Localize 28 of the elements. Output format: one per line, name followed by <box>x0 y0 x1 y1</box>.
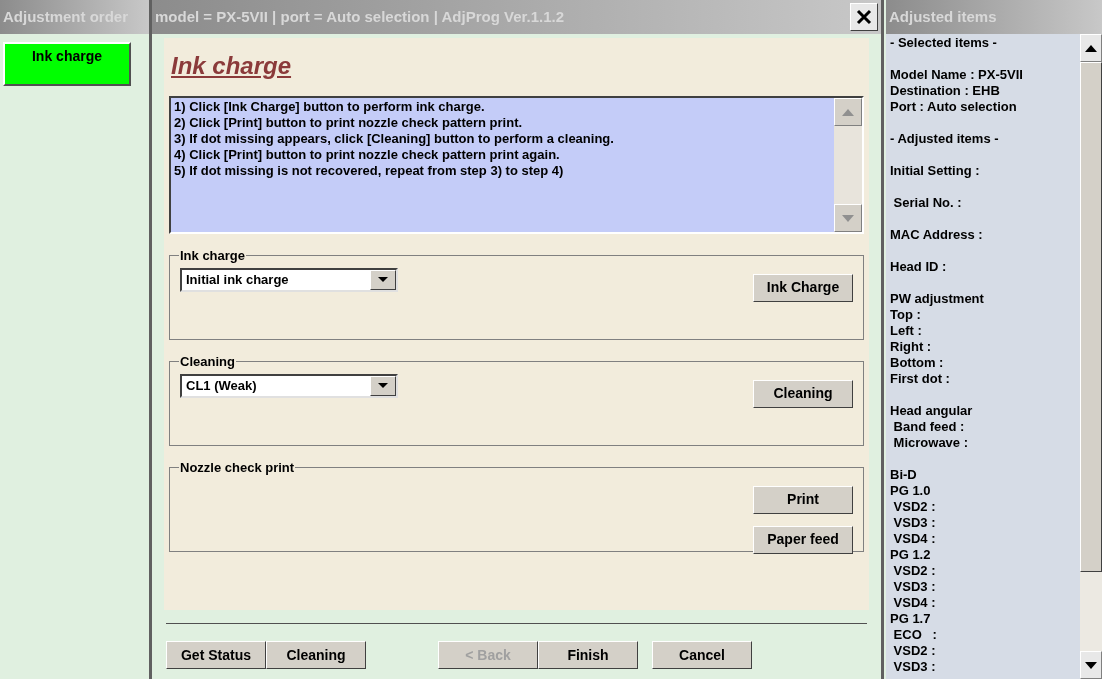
caret-icon <box>378 277 388 282</box>
push-button[interactable]: Get Status <box>166 641 266 669</box>
dropdown-field[interactable]: Initial ink charge <box>180 267 398 292</box>
push-button[interactable]: Cancel <box>652 641 752 669</box>
push-button[interactable]: Paper feed <box>753 525 853 554</box>
instructions-text: 1) Click [Ink Charge] button to perform ink charge. 2) Click [Print] button to print nozzle check pattern print. 3) If dot missing appears, click [Cleaning] button to perform a cleaning. 4) Click [Print] button to print nozzle check pattern print again. 5) If dot missing is not recovered, repeat from step 3) to step 4) <box>173 98 615 180</box>
down-arrow-icon <box>842 214 854 222</box>
scrollbar[interactable] <box>1080 34 1102 679</box>
push-button[interactable]: Ink Charge <box>753 273 853 302</box>
down-arrow-icon <box>1085 661 1097 669</box>
group-title: Nozzle check print <box>179 459 296 477</box>
caret-icon <box>378 383 388 388</box>
up-arrow-icon <box>842 108 854 116</box>
scrollbar[interactable] <box>834 98 862 232</box>
close-icon <box>856 9 872 25</box>
push-button[interactable]: Cleaning <box>753 379 853 408</box>
push-button[interactable]: Print <box>753 485 853 514</box>
group-title: Ink charge <box>179 247 247 265</box>
close-button[interactable] <box>850 3 878 31</box>
dropdown-field[interactable]: CL1 (Weak) <box>180 373 398 398</box>
adjusted-items-list: - Selected items - Model Name : PX-5VII Destination : EHB Port : Auto selection - Adjusted items - Initial Setting : Serial No. : MAC Address : Head ID : PW adjustment Top : Left : Right : Bottom : First dot : Head angular Band feed : Microwave : Bi-D PG 1.0 VSD2 : VSD3 : VSD4 : PG 1.2 VSD2 : VSD3 : VSD4 : PG 1.7 ECO : VSD2 : VSD3 : <box>886 34 1080 679</box>
push-button[interactable]: Cleaning <box>266 641 366 669</box>
panel-title: Adjusted items <box>889 6 997 27</box>
order-item[interactable]: Ink charge <box>3 42 131 86</box>
page-heading: Ink charge <box>171 51 292 81</box>
push-button[interactable]: Finish <box>538 641 638 669</box>
up-arrow-icon <box>1085 44 1097 52</box>
group-title: Cleaning <box>179 353 236 371</box>
